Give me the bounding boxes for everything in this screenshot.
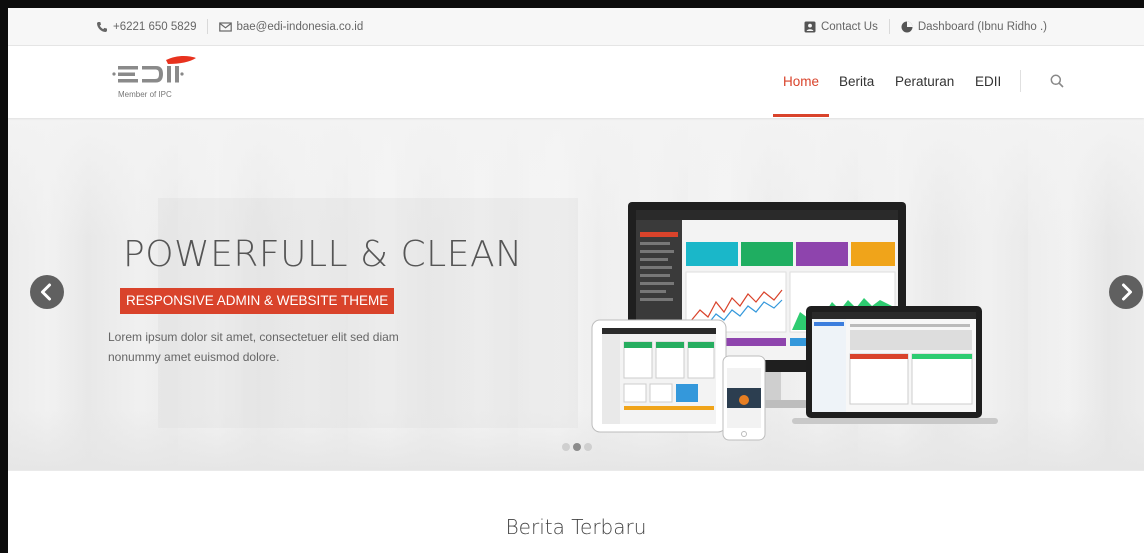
nav-berita[interactable]: Berita: [839, 74, 874, 89]
active-nav-indicator: [773, 114, 829, 117]
nav-peraturan[interactable]: Peraturan: [895, 74, 954, 89]
nav-divider: [1020, 70, 1021, 92]
search-icon[interactable]: [1050, 74, 1064, 93]
main-navbar: Member of IPC Home Berita Peraturan EDII: [8, 46, 1144, 118]
nav-home[interactable]: Home: [783, 74, 819, 89]
edii-logo-mark: [112, 55, 196, 83]
edii-logo[interactable]: Member of IPC: [110, 54, 200, 104]
nav-edii[interactable]: EDII: [975, 74, 1001, 89]
logo-tagline: Member of IPC: [118, 90, 172, 99]
